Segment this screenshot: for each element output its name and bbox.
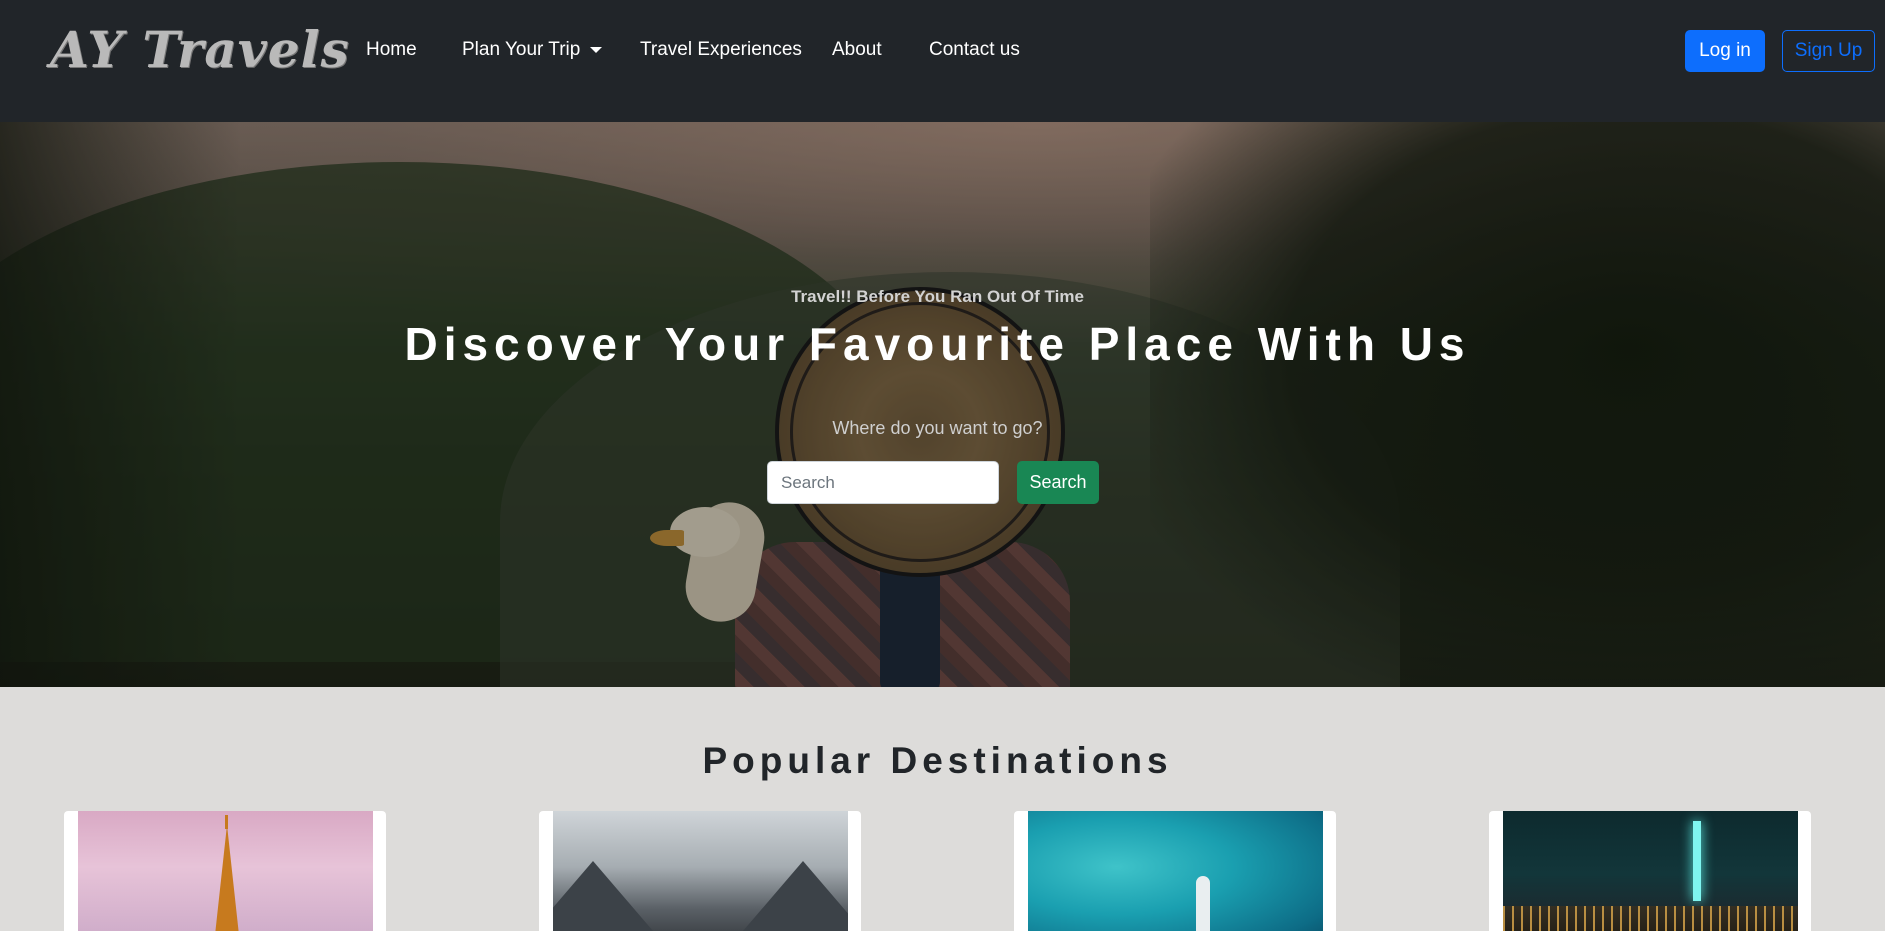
search-button[interactable]: Search	[1017, 461, 1099, 504]
login-button[interactable]: Log in	[1685, 30, 1765, 72]
hero-tagline: Travel!! Before You Ran Out Of Time	[791, 287, 1084, 306]
nav-item-travel-experiences[interactable]: Travel Experiences	[640, 39, 802, 61]
search-input[interactable]	[767, 461, 999, 504]
destination-card[interactable]	[1014, 811, 1336, 931]
destination-card[interactable]	[64, 811, 386, 931]
destination-card[interactable]	[539, 811, 861, 931]
nav-item-contact-us[interactable]: Contact us	[929, 39, 1020, 61]
city-night-skyline-photo[interactable]	[1503, 811, 1798, 931]
destination-card[interactable]	[1489, 811, 1811, 931]
mountain-peak	[553, 861, 653, 931]
hero-question: Where do you want to go?	[832, 418, 1043, 438]
eiffel-tower	[215, 825, 239, 931]
mountain-lake-photo[interactable]	[553, 811, 848, 931]
signup-button[interactable]: Sign Up	[1782, 30, 1875, 72]
navbar: AY Travels Home Plan Your Trip Travel Ex…	[0, 0, 1885, 122]
kayak	[1196, 876, 1210, 931]
skyscraper-spire	[1693, 821, 1701, 901]
hero-overlay	[0, 122, 1885, 687]
popular-destinations-title: Popular Destinations	[702, 740, 1173, 781]
hero-section: Travel!! Before You Ran Out Of Time Disc…	[0, 122, 1885, 687]
eiffel-tower-photo[interactable]	[78, 811, 373, 931]
nav-item-home[interactable]: Home	[366, 39, 417, 61]
tropical-sea-kayak-photo[interactable]	[1028, 811, 1323, 931]
nav-item-plan-your-trip-label: Plan Your Trip	[462, 39, 581, 60]
brand-logo[interactable]: AY Travels	[50, 20, 350, 79]
nav-item-about[interactable]: About	[832, 39, 882, 61]
city-lights	[1503, 906, 1798, 931]
nav-item-plan-your-trip[interactable]: Plan Your Trip	[462, 39, 603, 61]
chevron-down-icon	[590, 46, 603, 53]
hero-title: Discover Your Favourite Place With Us	[404, 318, 1471, 370]
mountain-peak	[743, 861, 848, 931]
